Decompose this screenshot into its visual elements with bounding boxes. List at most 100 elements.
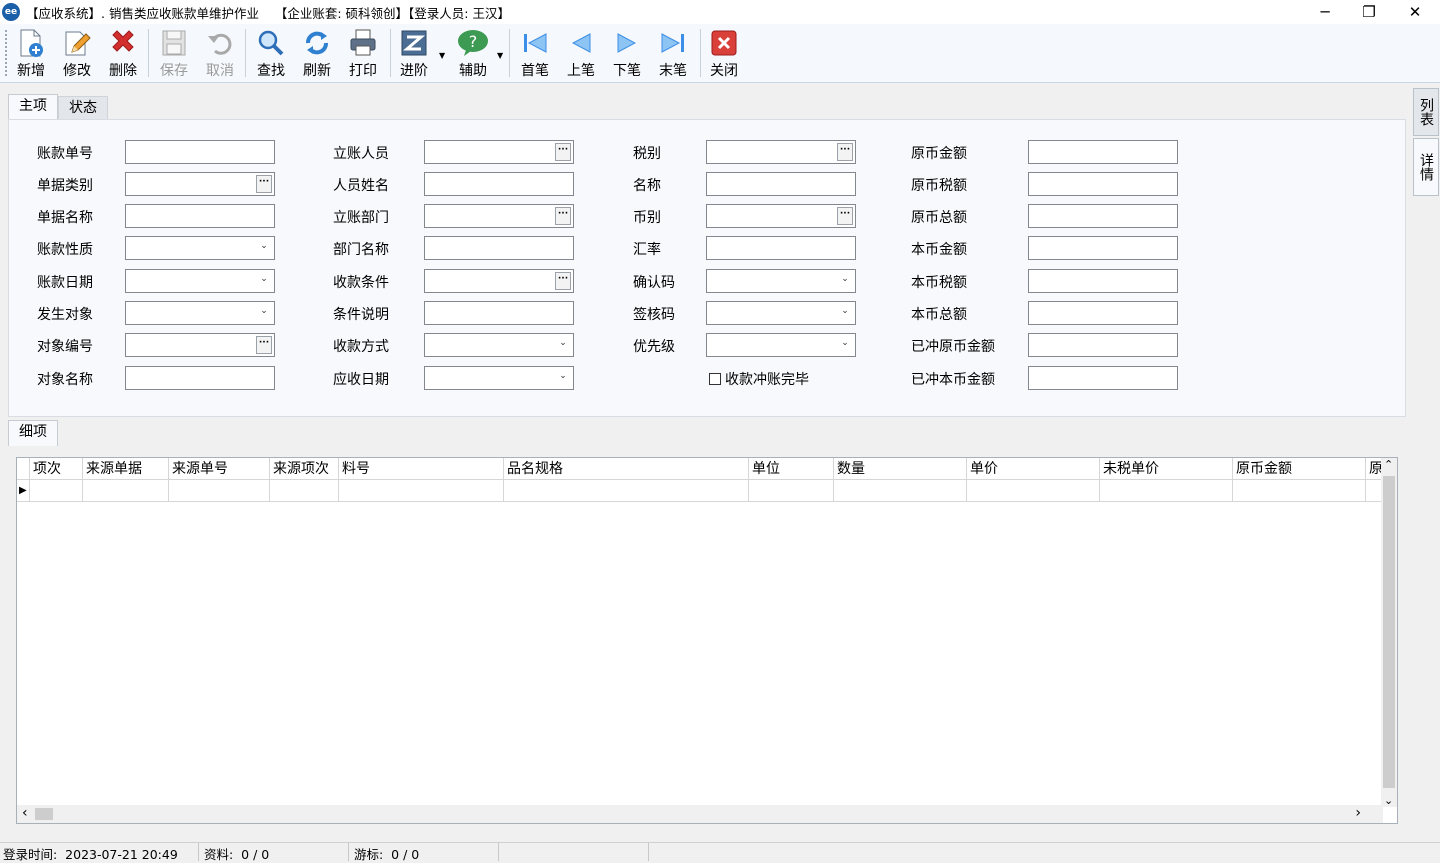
lookup-button[interactable]: ··· [555,143,571,161]
grid-cell[interactable] [834,480,967,502]
close-button[interactable]: 关闭 [701,27,747,81]
local-total-input[interactable] [1028,301,1178,325]
last-record-button[interactable]: 末笔 [650,27,696,81]
payment-method-select[interactable]: ⌄ [424,333,574,357]
department-lookup[interactable]: ··· [424,204,574,228]
settled-checkbox-label[interactable]: 收款冲账完毕 [725,369,809,389]
lookup-button[interactable]: ··· [256,175,272,193]
column-header[interactable]: 来源单号 [169,458,270,480]
refresh-button[interactable]: 刷新 [294,27,340,81]
settled-checkbox[interactable] [709,373,721,385]
next-record-button[interactable]: 下笔 [604,27,650,81]
tax-name-input[interactable] [706,172,856,196]
new-button[interactable]: 新增 [8,27,54,81]
first-record-button[interactable]: 首笔 [512,27,558,81]
find-label: 查找 [257,63,285,79]
vertical-scrollbar[interactable]: ⌃ ⌄ [1381,458,1397,807]
column-header[interactable]: 未税单价 [1100,458,1233,480]
edit-button[interactable]: 修改 [54,27,100,81]
offset-local-amount-input[interactable] [1028,366,1178,390]
scroll-thumb[interactable] [1383,476,1395,788]
print-button[interactable]: 打印 [340,27,386,81]
tab-detail-view[interactable]: 详情 [1413,138,1439,196]
due-date-picker[interactable]: ⌄ [424,366,574,390]
party-select[interactable]: ⌄ [125,301,275,325]
orig-total-input[interactable] [1028,204,1178,228]
scroll-thumb[interactable] [35,808,53,820]
restore-button[interactable]: ❐ [1346,0,1392,24]
grid-cell[interactable] [749,480,834,502]
lookup-button[interactable]: ··· [837,207,853,225]
exchange-rate-input[interactable] [706,236,856,260]
grid-cell[interactable] [169,480,270,502]
advance-button[interactable]: 进阶 [391,27,437,81]
tab-list[interactable]: 列表 [1413,88,1439,136]
column-header[interactable]: 原币金额 [1233,458,1366,480]
assist-dropdown-icon[interactable]: ▼ [497,51,503,60]
currency-lookup[interactable]: ··· [706,204,856,228]
tab-main[interactable]: 主项 [8,94,58,120]
field-label: 对象编号 [37,339,93,355]
detail-grid[interactable]: 项次 来源单据 来源单号 来源项次 料号 品名规格 单位 数量 单价 未税单价 … [16,457,1398,824]
lookup-button[interactable]: ··· [837,143,853,161]
local-amount-input[interactable] [1028,236,1178,260]
doc-name-input[interactable] [125,204,275,228]
grid-cell[interactable] [1100,480,1233,502]
column-header[interactable]: 品名规格 [504,458,749,480]
orig-amount-input[interactable] [1028,140,1178,164]
advance-dropdown-icon[interactable]: ▼ [439,51,445,60]
column-header[interactable]: 来源项次 [270,458,339,480]
close-window-button[interactable]: ✕ [1392,0,1438,24]
minimize-button[interactable]: ─ [1302,0,1348,24]
department-name-input[interactable] [424,236,574,260]
column-header[interactable]: 来源单据 [83,458,169,480]
party-no-lookup[interactable]: ··· [125,333,275,357]
table-row[interactable]: ▶ [17,480,1383,502]
voucher-no-input[interactable] [125,140,275,164]
grid-cell[interactable] [270,480,339,502]
column-header[interactable]: 数量 [834,458,967,480]
scroll-up-icon[interactable]: ⌃ [1384,458,1393,471]
toolbar-grip[interactable] [5,30,7,76]
cancel-button[interactable]: 取消 [197,27,243,81]
horizontal-scrollbar[interactable]: ‹ › [17,805,1383,823]
grid-cell[interactable] [30,480,83,502]
scroll-left-icon[interactable]: ‹ [22,805,28,821]
payment-terms-lookup[interactable]: ··· [424,269,574,293]
column-header[interactable]: 单价 [967,458,1100,480]
tab-detail[interactable]: 细项 [8,420,58,446]
tax-type-lookup[interactable]: ··· [706,140,856,164]
column-header[interactable]: 项次 [30,458,83,480]
voucher-date-picker[interactable]: ⌄ [125,269,275,293]
save-button[interactable]: 保存 [151,27,197,81]
grid-cell[interactable] [1233,480,1366,502]
confirm-code-select[interactable]: ⌄ [706,269,856,293]
grid-cell[interactable] [967,480,1100,502]
creator-name-input[interactable] [424,172,574,196]
party-name-input[interactable] [125,366,275,390]
creator-lookup[interactable]: ··· [424,140,574,164]
grid-cell[interactable] [339,480,504,502]
lookup-button[interactable]: ··· [555,272,571,290]
delete-button[interactable]: 删除 [100,27,146,81]
column-header[interactable]: 单位 [749,458,834,480]
grid-cell[interactable] [504,480,749,502]
local-tax-input[interactable] [1028,269,1178,293]
lookup-button[interactable]: ··· [555,207,571,225]
find-button[interactable]: 查找 [248,27,294,81]
terms-desc-input[interactable] [424,301,574,325]
assist-button[interactable]: ? 辅助 [450,27,496,81]
orig-tax-input[interactable] [1028,172,1178,196]
scroll-down-icon[interactable]: ⌄ [1384,794,1393,807]
nature-select[interactable]: ⌄ [125,236,275,260]
prev-record-button[interactable]: 上笔 [558,27,604,81]
tab-status[interactable]: 状态 [58,96,108,120]
column-header[interactable]: 料号 [339,458,504,480]
scroll-right-icon[interactable]: › [1355,805,1361,821]
priority-select[interactable]: ⌄ [706,333,856,357]
lookup-button[interactable]: ··· [256,336,272,354]
approval-code-select[interactable]: ⌄ [706,301,856,325]
doc-type-lookup[interactable]: ··· [125,172,275,196]
grid-cell[interactable] [83,480,169,502]
offset-orig-amount-input[interactable] [1028,333,1178,357]
